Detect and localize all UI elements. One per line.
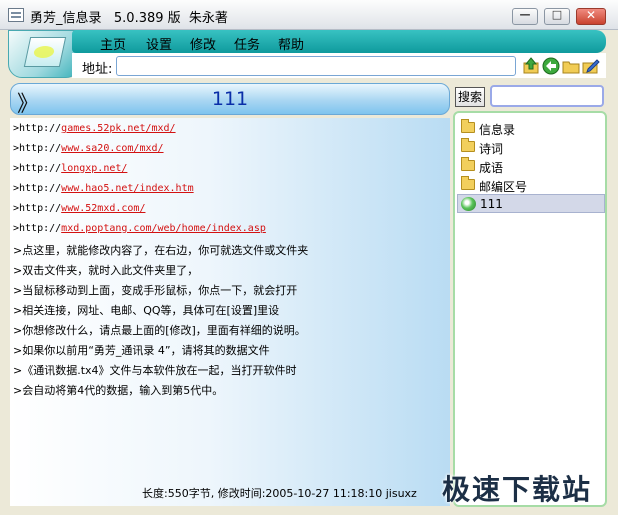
folder-icon — [461, 138, 475, 152]
tree-item-label: 111 — [480, 197, 503, 211]
folder-icon[interactable] — [562, 57, 580, 75]
search-button[interactable]: 搜索 — [455, 87, 485, 107]
url-link[interactable]: www.hao5.net/index.htm — [61, 183, 193, 194]
title-bar: 勇芳_信息录 5.0.389 版 朱永著 — □ ✕ — [0, 0, 618, 30]
url-prefix: >http:// — [13, 123, 62, 134]
menu-bar: 主页 设置 修改 任务 帮助 — [72, 30, 606, 53]
tree-item-label: 诗词 — [479, 142, 504, 156]
tree-item-label: 信息录 — [479, 123, 516, 137]
app-icon — [8, 8, 24, 22]
maximize-button[interactable]: □ — [544, 8, 570, 25]
url-line: >http://www.52mxd.com/ — [13, 203, 145, 214]
minimize-icon: — — [519, 8, 531, 21]
url-prefix: >http:// — [13, 183, 62, 194]
url-link[interactable]: mxd.poptang.com/web/home/index.asp — [61, 223, 266, 234]
url-prefix: >http:// — [13, 143, 62, 154]
back-icon[interactable] — [542, 57, 560, 75]
menu-item-home[interactable]: 主页 — [100, 34, 126, 53]
menu-item-help[interactable]: 帮助 — [278, 34, 304, 53]
folder-icon — [461, 176, 475, 190]
text-line: >相关连接，网址、电邮、QQ等，具体可在[设置]里设 — [13, 304, 280, 317]
tree-item-folder[interactable]: 诗词 — [457, 138, 605, 157]
close-button[interactable]: ✕ — [576, 8, 606, 25]
url-link[interactable]: games.52pk.net/mxd/ — [61, 123, 175, 134]
minimize-button[interactable]: — — [512, 8, 538, 25]
close-icon: ✕ — [585, 8, 597, 22]
tree-item-folder[interactable]: 邮编区号 — [457, 176, 605, 195]
book-icon — [23, 37, 67, 67]
text-line: >点这里，就能修改内容了，在右边，你可就选文件或文件夹 — [13, 244, 309, 257]
menu-item-tasks[interactable]: 任务 — [234, 34, 260, 53]
folder-icon — [461, 119, 475, 133]
tree-item-label: 邮编区号 — [479, 180, 528, 194]
app-logo — [8, 30, 80, 78]
text-line: >当鼠标移动到上面，变成手形鼠标，你点一下，就会打开 — [13, 284, 298, 297]
url-prefix: >http:// — [13, 163, 62, 174]
menu-item-edit[interactable]: 修改 — [190, 34, 216, 53]
url-link[interactable]: longxp.net/ — [61, 163, 127, 174]
url-prefix: >http:// — [13, 223, 62, 234]
url-prefix: >http:// — [13, 203, 62, 214]
tree-item-file[interactable]: 111 — [457, 194, 605, 213]
content-title: 111 — [211, 88, 249, 110]
content-area[interactable]: >http://games.52pk.net/mxd/ >http://www.… — [10, 118, 450, 506]
text-line: >会自动将第4代的数据，输入到第5代中。 — [13, 384, 224, 397]
tree-item-folder[interactable]: 信息录 — [457, 119, 605, 138]
text-line: >双击文件夹，就时入此文件夹里了， — [13, 264, 199, 277]
text-line: >你想修改什么，请点最上面的[修改]，里面有祥细的说明。 — [13, 324, 306, 337]
folder-icon — [461, 157, 475, 171]
address-label: 地址: — [82, 62, 113, 77]
edit-icon[interactable] — [582, 57, 600, 75]
text-line: >《通讯数据.tx4》文件与本软件放在一起，当打开软件时 — [13, 364, 297, 377]
address-input[interactable] — [116, 56, 516, 76]
folder-tree: 信息录 诗词 成语 邮编区号 111 — [453, 111, 607, 507]
address-bar: 地址: — [72, 53, 606, 78]
window-title: 勇芳_信息录 5.0.389 版 朱永著 — [30, 11, 228, 26]
url-line: >http://www.sa20.com/mxd/ — [13, 143, 164, 154]
url-line: >http://mxd.poptang.com/web/home/index.a… — [13, 223, 266, 234]
file-info-status: 长度:550字节, 修改时间:2005-10-27 11:18:10 jisux… — [142, 487, 417, 500]
url-line: >http://www.hao5.net/index.htm — [13, 183, 194, 194]
text-line: >如果你以前用“勇芳_通讯录 4”，请将其的数据文件 — [13, 344, 270, 357]
url-link[interactable]: www.sa20.com/mxd/ — [61, 143, 163, 154]
up-folder-icon[interactable] — [522, 57, 540, 75]
maximize-icon: □ — [551, 8, 563, 21]
url-line: >http://games.52pk.net/mxd/ — [13, 123, 176, 134]
search-input[interactable] — [490, 85, 604, 107]
tree-item-label: 成语 — [479, 161, 504, 175]
document-icon — [461, 197, 476, 211]
menu-item-settings[interactable]: 设置 — [146, 34, 172, 53]
tree-item-folder[interactable]: 成语 — [457, 157, 605, 176]
url-line: >http://longxp.net/ — [13, 163, 127, 174]
watermark-logo: 极速下载站 — [442, 473, 593, 506]
content-title-bar: 》 111 — [10, 83, 450, 117]
toolbar: 主页 设置 修改 任务 帮助 地址: — [8, 30, 606, 78]
url-link[interactable]: www.52mxd.com/ — [61, 203, 145, 214]
